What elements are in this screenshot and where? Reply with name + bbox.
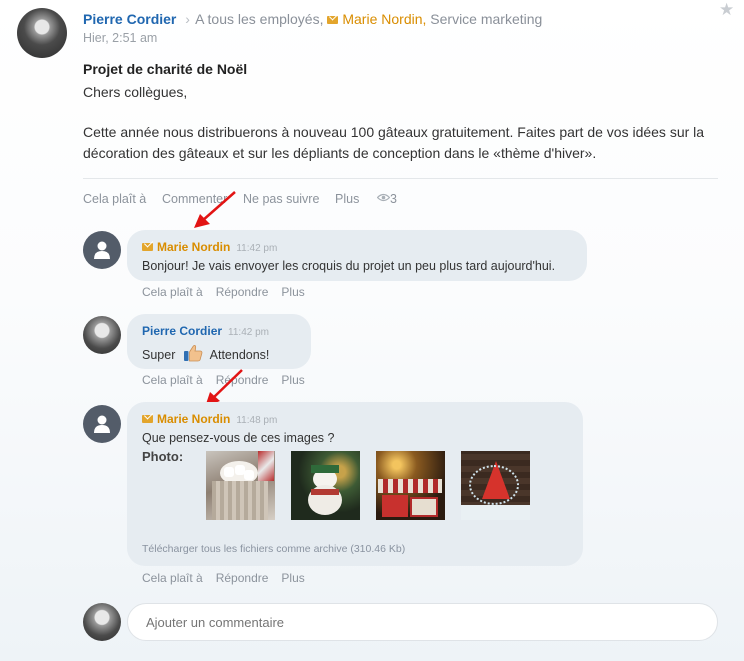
comment-time[interactable]: 11:42 pm (236, 243, 277, 254)
recipient-department[interactable]: Service marketing (430, 11, 542, 27)
comment-like-link[interactable]: Cela plaît à (142, 373, 203, 387)
comment-reply-link[interactable]: Répondre (216, 285, 269, 299)
add-comment-field[interactable] (127, 603, 718, 641)
user-icon (94, 241, 110, 259)
comment-text-after: Attendons! (209, 348, 270, 362)
divider (83, 178, 718, 179)
comment-bubble: Pierre Cordier 11:42 pm Super Attendons! (127, 314, 311, 369)
user-icon (94, 415, 110, 433)
photo-label: Photo: (142, 449, 184, 464)
post-title: Projet de charité de Noël (83, 61, 248, 77)
photo-thumbnail-tree-cookie[interactable] (461, 451, 530, 520)
comment-like-link[interactable]: Cela plaît à (142, 571, 203, 585)
comment-author-link[interactable]: Marie Nordin (157, 412, 230, 426)
envelope-icon (327, 16, 339, 24)
view-counter[interactable]: 3 (376, 192, 397, 206)
photo-thumbnail-cocoa[interactable] (206, 451, 275, 520)
current-user-avatar (83, 603, 121, 641)
commenter-avatar[interactable] (83, 405, 121, 443)
comment-time[interactable]: 11:48 pm (236, 415, 277, 426)
comment-author-link[interactable]: Marie Nordin (157, 240, 230, 254)
more-link[interactable]: Plus (335, 192, 359, 206)
comment-text-before: Super (142, 348, 176, 362)
commenter-avatar[interactable] (83, 231, 121, 269)
like-link[interactable]: Cela plaît à (83, 192, 146, 206)
post-timestamp[interactable]: Hier, 2:51 am (83, 31, 157, 45)
comment-reply-link[interactable]: Répondre (216, 571, 269, 585)
chevron-right-icon: › (185, 11, 190, 27)
star-icon[interactable]: ★ (719, 0, 734, 20)
recipient-name-link[interactable]: Marie Nordin, (342, 11, 426, 27)
author-name-link[interactable]: Pierre Cordier (83, 11, 176, 27)
commenter-avatar[interactable] (83, 316, 121, 354)
envelope-icon (142, 243, 153, 251)
post-header: Pierre Cordier › A tous les employés, Ma… (83, 11, 542, 27)
post-greeting: Chers collègues, (83, 84, 188, 100)
eye-icon (376, 193, 391, 202)
comment-text: Super Attendons! (142, 344, 295, 362)
recipients-all-employees[interactable]: A tous les employés, (195, 11, 323, 27)
comment-text: Bonjour! Je vais envoyer les croquis du … (142, 259, 556, 273)
post-body: Cette année nous distribuerons à nouveau… (83, 124, 705, 161)
photo-thumbnail-gifts[interactable] (376, 451, 445, 520)
comment-actions: Cela plaît à Répondre Plus (142, 285, 318, 299)
photo-thumbnail-snowman[interactable] (291, 451, 360, 520)
thumbs-up-icon (183, 344, 203, 362)
comment-more-link[interactable]: Plus (281, 571, 304, 585)
comment-time[interactable]: 11:42 pm (228, 327, 269, 338)
comment-text: Que pensez-vous de ces images ? (142, 431, 335, 445)
add-comment-input[interactable] (128, 604, 717, 640)
comment-more-link[interactable]: Plus (281, 373, 304, 387)
comment-bubble: Marie Nordin 11:42 pm Bonjour! Je vais en… (127, 230, 587, 281)
comment-like-link[interactable]: Cela plaît à (142, 285, 203, 299)
author-avatar[interactable] (17, 8, 67, 58)
download-archive-link[interactable]: Télécharger tous les fichiers comme arch… (142, 543, 405, 555)
envelope-icon (142, 415, 153, 423)
comment-actions: Cela plaît à Répondre Plus (142, 571, 318, 585)
comment-more-link[interactable]: Plus (281, 285, 304, 299)
unfollow-link[interactable]: Ne pas suivre (243, 192, 319, 206)
comment-author-link[interactable]: Pierre Cordier (142, 324, 222, 338)
view-count: 3 (390, 192, 397, 206)
annotation-arrow (194, 191, 236, 228)
